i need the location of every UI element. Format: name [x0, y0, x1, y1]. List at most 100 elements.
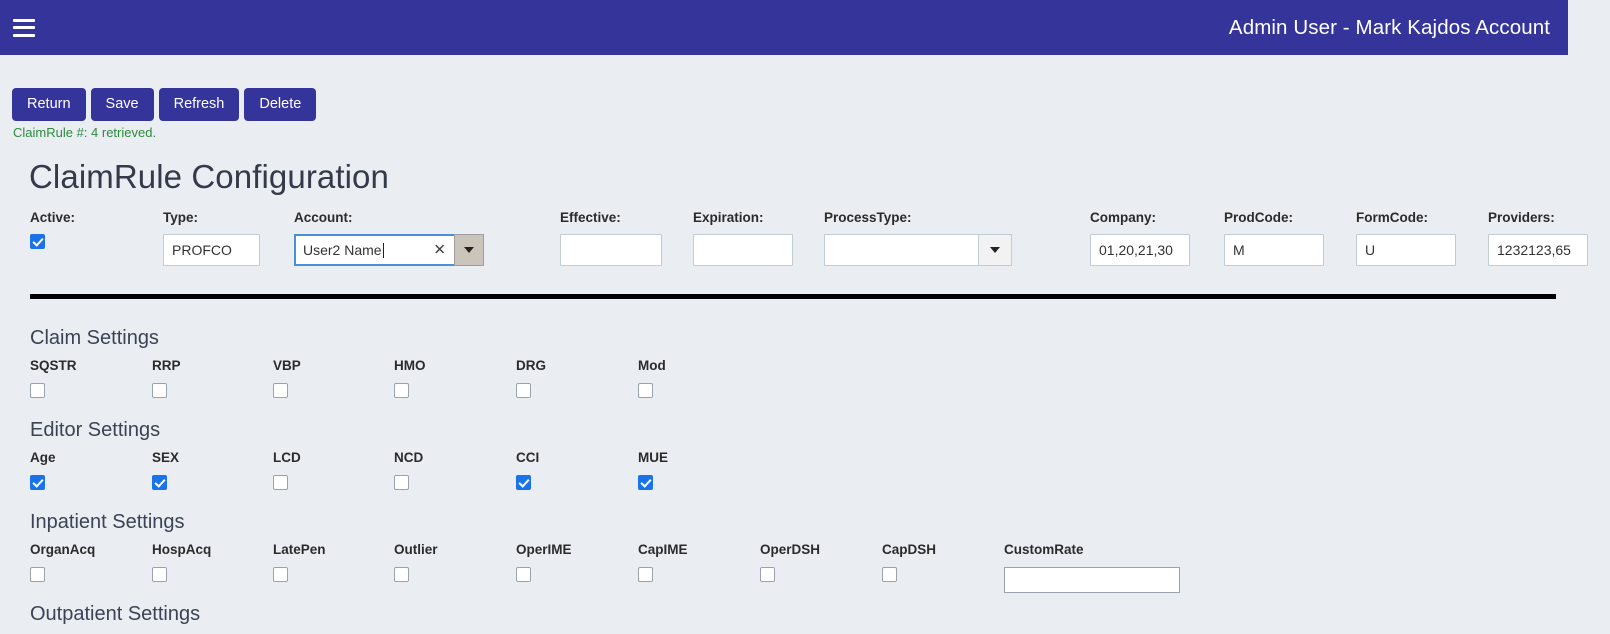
field-prod-code: ProdCode: [1224, 210, 1324, 266]
application-window: Admin User - Mark Kajdos Account Return … [0, 0, 1610, 634]
company-label: Company: [1090, 210, 1157, 225]
checkbox-group-rrp: RRP [152, 358, 181, 398]
providers-input[interactable] [1488, 234, 1588, 266]
capime-checkbox[interactable] [638, 567, 653, 582]
effective-input[interactable] [560, 234, 662, 266]
account-clear-icon[interactable]: ✕ [433, 243, 446, 258]
checkbox-group-hospacq: HospAcq [152, 542, 211, 582]
section-divider [30, 294, 1556, 299]
rrp-checkbox[interactable] [152, 383, 167, 398]
account-input-value: User2 Name [303, 242, 382, 258]
checkbox-group-mue: MUE [638, 450, 668, 490]
editor-settings-title: Editor Settings [30, 419, 161, 441]
sqstr-checkbox[interactable] [30, 383, 45, 398]
operdsh-checkbox[interactable] [760, 567, 775, 582]
age-checkbox[interactable] [30, 475, 45, 490]
ncd-checkbox[interactable] [394, 475, 409, 490]
custom-rate-input[interactable] [1004, 567, 1180, 593]
process-type-label: ProcessType: [824, 210, 912, 225]
account-dropdown-arrow-icon[interactable] [454, 234, 484, 266]
capime-label: CapIME [638, 542, 688, 557]
active-checkbox[interactable] [30, 234, 45, 249]
sex-checkbox[interactable] [152, 475, 167, 490]
operime-checkbox[interactable] [516, 567, 531, 582]
hmo-label: HMO [394, 358, 426, 373]
age-label: Age [30, 450, 56, 465]
active-label: Active: [30, 210, 76, 225]
checkbox-group-mod: Mod [638, 358, 666, 398]
expiration-label: Expiration: [693, 210, 764, 225]
lcd-label: LCD [273, 450, 301, 465]
section-claim-settings: Claim Settings SQSTR RRP VBP HMO DRG Mod [0, 327, 1568, 414]
checkbox-group-capime: CapIME [638, 542, 688, 582]
type-input[interactable] [163, 234, 260, 266]
hmo-checkbox[interactable] [394, 383, 409, 398]
account-input[interactable]: User2 Name ✕ [294, 234, 454, 266]
drg-checkbox[interactable] [516, 383, 531, 398]
rrp-label: RRP [152, 358, 181, 373]
form-code-label: FormCode: [1356, 210, 1428, 225]
lcd-checkbox[interactable] [273, 475, 288, 490]
outlier-checkbox[interactable] [394, 567, 409, 582]
outlier-label: Outlier [394, 542, 438, 557]
checkbox-group-cci: CCI [516, 450, 539, 490]
field-company: Company: [1090, 210, 1190, 266]
capdsh-label: CapDSH [882, 542, 937, 557]
cci-checkbox[interactable] [516, 475, 531, 490]
checkbox-group-outlier: Outlier [394, 542, 438, 582]
checkbox-group-latepen: LatePen [273, 542, 326, 582]
prod-code-label: ProdCode: [1224, 210, 1293, 225]
field-form-code: FormCode: [1356, 210, 1456, 266]
ncd-label: NCD [394, 450, 424, 465]
field-expiration: Expiration: [693, 210, 793, 266]
refresh-button[interactable]: Refresh [158, 88, 240, 121]
field-type: Type: [163, 210, 260, 266]
sqstr-label: SQSTR [30, 358, 77, 373]
mue-label: MUE [638, 450, 668, 465]
save-button[interactable]: Save [90, 88, 154, 121]
latepen-checkbox[interactable] [273, 567, 288, 582]
checkbox-group-organacq: OrganAcq [30, 542, 95, 582]
checkbox-group-lcd: LCD [273, 450, 301, 490]
field-process-type: ProcessType: [824, 210, 1012, 266]
editor-settings-checkbox-row: Age SEX LCD NCD CCI MUE [0, 450, 1568, 506]
field-custom-rate: CustomRate [1004, 542, 1180, 593]
checkbox-group-sqstr: SQSTR [30, 358, 77, 398]
form-code-input[interactable] [1356, 234, 1456, 266]
checkbox-group-vbp: VBP [273, 358, 301, 398]
drg-label: DRG [516, 358, 546, 373]
action-toolbar: Return Save Refresh Delete [12, 88, 317, 121]
hospacq-checkbox[interactable] [152, 567, 167, 582]
claim-settings-title: Claim Settings [30, 327, 159, 349]
return-button[interactable]: Return [12, 88, 86, 121]
prod-code-input[interactable] [1224, 234, 1324, 266]
cci-label: CCI [516, 450, 540, 465]
checkbox-group-operime: OperIME [516, 542, 572, 582]
checkbox-group-operdsh: OperDSH [760, 542, 820, 582]
capdsh-checkbox[interactable] [882, 567, 897, 582]
sex-label: SEX [152, 450, 180, 465]
account-combobox[interactable]: User2 Name ✕ [294, 234, 484, 266]
hospacq-label: HospAcq [152, 542, 212, 557]
chevron-down-icon [464, 247, 474, 253]
account-title: Admin User - Mark Kajdos Account [1228, 15, 1550, 39]
latepen-label: LatePen [273, 542, 326, 557]
checkbox-group-capdsh: CapDSH [882, 542, 936, 582]
text-caret [382, 242, 384, 258]
top-navigation-bar: Admin User - Mark Kajdos Account [0, 0, 1568, 55]
checkbox-group-ncd: NCD [394, 450, 423, 490]
mod-checkbox[interactable] [638, 383, 653, 398]
process-type-select[interactable] [824, 234, 1012, 266]
hamburger-menu-icon[interactable] [13, 18, 35, 37]
section-inpatient-settings: Inpatient Settings OrganAcq HospAcq Late… [0, 511, 1568, 598]
company-input[interactable] [1090, 234, 1190, 266]
delete-button[interactable]: Delete [244, 88, 317, 121]
vbp-checkbox[interactable] [273, 383, 288, 398]
vbp-label: VBP [273, 358, 301, 373]
expiration-input[interactable] [693, 234, 793, 266]
organacq-checkbox[interactable] [30, 567, 45, 582]
operime-label: OperIME [516, 542, 572, 557]
page-title: ClaimRule Configuration [29, 158, 389, 195]
mue-checkbox[interactable] [638, 475, 653, 490]
process-type-dropdown-arrow-icon[interactable] [978, 235, 1011, 265]
